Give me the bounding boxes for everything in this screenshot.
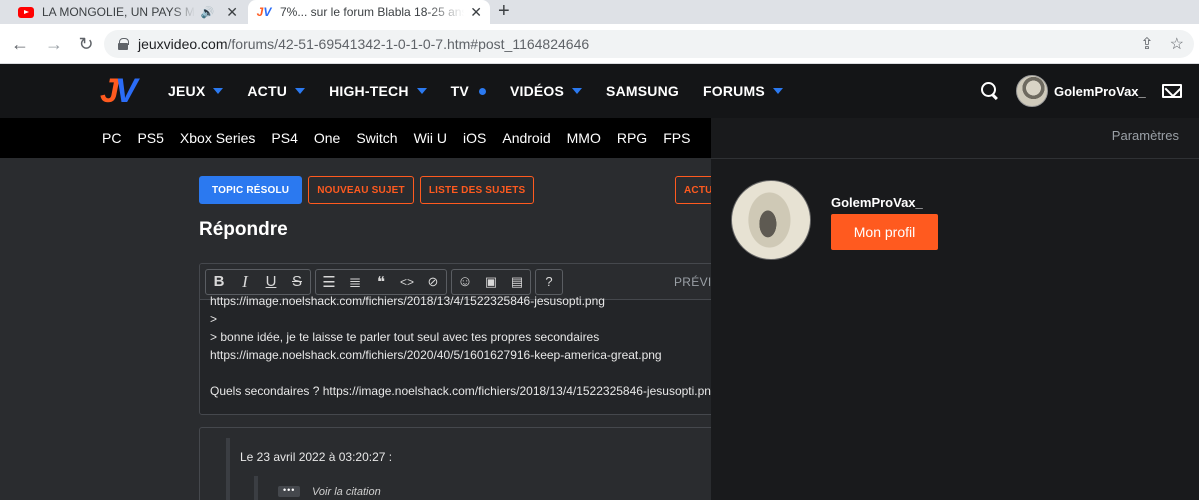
subnav-item[interactable]: RPG (617, 130, 647, 146)
nav-forums[interactable]: FORUMS (703, 83, 783, 99)
nav-actu[interactable]: ACTU (247, 83, 306, 99)
new-subject-button[interactable]: NOUVEAU SUJET (308, 176, 414, 204)
address-bar[interactable]: jeuxvideo.com/forums/42-51-69541342-1-0-… (104, 30, 1194, 58)
nav-jeux[interactable]: JEUX (168, 83, 224, 99)
nav-tv[interactable]: TV (451, 83, 486, 99)
subnav-item[interactable]: MMO (567, 130, 601, 146)
jv-logo[interactable]: JV (100, 74, 138, 108)
chevron-down-icon (295, 88, 306, 94)
quote-bar (226, 438, 230, 500)
profile-dropdown: Paramètres GolemProVax_ Mon profil (711, 118, 1199, 500)
avatar[interactable] (1016, 75, 1048, 107)
mail-icon[interactable] (1161, 84, 1182, 98)
url-path: /forums/42-51-69541342-1-0-1-0-7.htm#pos… (227, 36, 590, 52)
help-icon[interactable]: ? (536, 270, 562, 294)
subnav-item[interactable]: Android (502, 130, 550, 146)
browser-tab-jv[interactable]: JV 7%... sur le forum Blabla 18-25 ans ✕ (248, 0, 490, 24)
forward-arrow-icon[interactable]: → (42, 32, 66, 56)
quoted-message: Le 23 avril 2022 à 03:20:27 : ••• Voir l… (199, 427, 719, 500)
subnav-item[interactable]: Xbox Series (180, 130, 255, 146)
video-icon[interactable]: ▤ (504, 270, 530, 294)
my-profile-button[interactable]: Mon profil (831, 214, 938, 250)
image-icon[interactable]: ▣ (478, 270, 504, 294)
code-icon[interactable]: <> (394, 270, 420, 294)
message-textarea[interactable]: https://image.noelshack.com/fichiers/201… (200, 292, 718, 400)
underline-icon[interactable]: U (258, 270, 284, 294)
header-user-area: GolemProVax_ (980, 64, 1182, 118)
subnav-item[interactable]: iOS (463, 130, 486, 146)
quote-icon[interactable]: ❝ (368, 270, 394, 294)
live-dot-icon (478, 87, 486, 95)
expand-quote-button[interactable]: ••• (278, 486, 301, 497)
search-icon[interactable] (980, 81, 1000, 101)
spoiler-icon[interactable]: ⊘ (420, 270, 446, 294)
chevron-down-icon (772, 88, 783, 94)
jv-icon: JV (256, 5, 272, 19)
divider (711, 158, 1199, 159)
site-header: JV JEUX ACTU HIGH-TECH TV VIDÉOS SAMSUNG… (0, 64, 1199, 118)
main-nav: JEUX ACTU HIGH-TECH TV VIDÉOS SAMSUNG FO… (168, 64, 807, 118)
quote-date: Le 23 avril 2022 à 03:20:27 : (240, 450, 393, 464)
subnav-item[interactable]: One (314, 130, 340, 146)
speaker-icon[interactable]: 🔊 (201, 6, 215, 19)
subnav-item[interactable]: Switch (356, 130, 397, 146)
topic-button-bar: TOPIC RÉSOLU NOUVEAU SUJET LISTE DES SUJ… (199, 176, 535, 204)
profile-username: GolemProVax_ (831, 195, 923, 210)
numbered-list-icon[interactable]: ≣ (342, 270, 368, 294)
nav-high-tech[interactable]: HIGH-TECH (329, 83, 427, 99)
tab-title: 7%... sur le forum Blabla 18-25 ans (280, 5, 465, 19)
italic-icon[interactable]: I (232, 270, 258, 294)
close-tab-icon[interactable]: ✕ (470, 4, 482, 21)
tab-title: LA MONGOLIE, UN PAYS MÉCONNU (42, 5, 195, 19)
nav-samsung[interactable]: SAMSUNG (606, 83, 679, 99)
smiley-icon[interactable]: ☺ (452, 270, 478, 294)
bookmark-star-icon[interactable]: ☆ (1170, 34, 1184, 54)
lock-icon[interactable] (118, 38, 129, 50)
chevron-down-icon (572, 88, 583, 94)
close-tab-icon[interactable]: ✕ (226, 4, 238, 21)
reload-icon[interactable]: ↻ (74, 32, 98, 56)
subnav-item[interactable]: PS5 (137, 130, 163, 146)
back-arrow-icon[interactable]: ← (8, 32, 32, 56)
profile-avatar[interactable] (731, 180, 811, 260)
browser-tabstrip: LA MONGOLIE, UN PAYS MÉCONNU 🔊 ✕ JV 7%..… (0, 0, 1199, 24)
browser-tab-youtube[interactable]: LA MONGOLIE, UN PAYS MÉCONNU 🔊 ✕ (10, 0, 246, 24)
topic-resolved-button[interactable]: TOPIC RÉSOLU (199, 176, 303, 204)
settings-link[interactable]: Paramètres (1112, 128, 1179, 143)
youtube-icon (18, 4, 34, 20)
bold-icon[interactable]: B (206, 270, 232, 294)
reply-title: Répondre (199, 219, 288, 240)
browser-toolbar: ← → ↻ jeuxvideo.com/forums/42-51-6954134… (0, 24, 1199, 64)
bullet-list-icon[interactable]: ☰ (316, 270, 342, 294)
subject-list-button[interactable]: LISTE DES SUJETS (419, 176, 535, 204)
new-tab-button[interactable]: + (498, 0, 510, 24)
strikethrough-icon[interactable]: S (284, 270, 310, 294)
chevron-down-icon (416, 88, 427, 94)
view-quote-link[interactable]: Voir la citation (312, 486, 381, 498)
quote-bar (254, 476, 258, 500)
nav-videos[interactable]: VIDÉOS (510, 83, 583, 99)
subnav-item[interactable]: PC (102, 130, 121, 146)
subnav-item[interactable]: FPS (663, 130, 690, 146)
reply-editor: B I U S ☰ ≣ ❝ <> ⊘ ☺ ▣ ▤ ? PRÉVIS https: (199, 263, 719, 415)
subnav-item[interactable]: Wii U (414, 130, 447, 146)
header-username[interactable]: GolemProVax_ (1054, 84, 1146, 99)
chevron-down-icon (213, 88, 224, 94)
subnav-item[interactable]: PS4 (271, 130, 297, 146)
share-icon[interactable]: ⇪ (1140, 34, 1153, 54)
url-host: jeuxvideo.com (138, 36, 228, 52)
